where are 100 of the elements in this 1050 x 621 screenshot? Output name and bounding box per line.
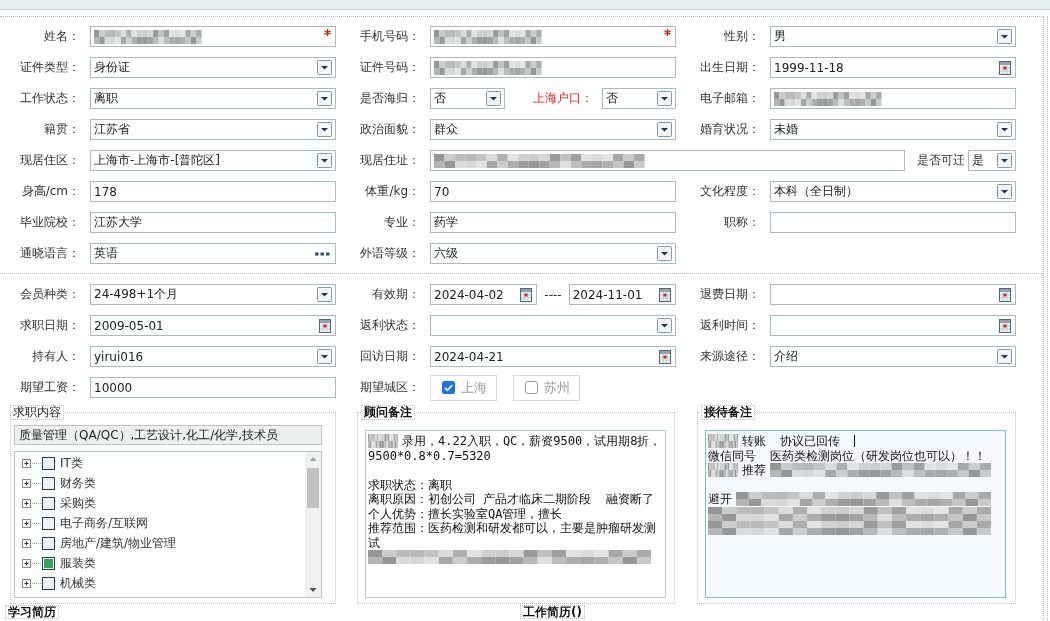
dropdown[interactable]: 六级 xyxy=(430,243,676,264)
tree-item-label[interactable]: 房地产/建筑/物业管理 xyxy=(60,534,177,552)
field-label: 文化程度： xyxy=(699,183,760,200)
expand-icon[interactable] xyxy=(22,558,41,568)
notes-textarea[interactable]: 录用，4.22入职，QC，薪资9500，试用期8折， 9500*0.8*0.7=5320 求职状态：离职 离职原因：初创公司 产品才临床二期阶段 融资断了 个人优势：擅长实验室QA管理，擅长 推荐范围：医药检测和研发都可以，主要是肿瘤研发测 试 xyxy=(365,430,666,598)
caret-icon[interactable] xyxy=(317,122,332,137)
tree-item-label[interactable]: IT类 xyxy=(60,454,83,472)
note-text: 微信同号 医药类检测岗位（研发岗位也可以）！！ xyxy=(708,448,987,463)
checkbox[interactable] xyxy=(42,516,55,530)
caret-icon[interactable] xyxy=(997,122,1012,137)
caret-icon[interactable] xyxy=(997,29,1012,44)
tree-item-label[interactable]: 采购类 xyxy=(60,494,96,512)
field-label: 手机号码： xyxy=(359,28,420,45)
field-label: 期望工资： xyxy=(19,379,80,396)
calendar-icon[interactable] xyxy=(999,60,1011,75)
calendar-icon[interactable] xyxy=(319,318,331,333)
caret-icon[interactable] xyxy=(317,287,332,302)
note-text: 个人优势：擅长实验室QA管理，擅长 xyxy=(368,506,563,521)
caret-icon[interactable] xyxy=(997,153,1012,168)
checkbox[interactable] xyxy=(42,456,55,470)
field-label: 籍贯： xyxy=(43,121,80,138)
caret-icon[interactable] xyxy=(657,246,672,261)
checkbox[interactable] xyxy=(42,496,55,510)
caret-icon[interactable] xyxy=(485,91,501,106)
checkbox[interactable] xyxy=(42,476,55,490)
text-field[interactable] xyxy=(430,26,676,47)
expand-icon[interactable] xyxy=(22,478,41,488)
notes-textarea[interactable]: 转账 协议已回传 微信同号 医药类检测岗位（研发岗位也可以）！！ 推荐 避开 xyxy=(705,430,1006,598)
caret-icon[interactable] xyxy=(317,91,332,106)
text-field[interactable] xyxy=(770,212,1016,233)
dropdown[interactable]: yirui016 xyxy=(90,346,336,367)
field-label: 通晓语言： xyxy=(19,245,80,262)
caret-icon[interactable] xyxy=(657,318,672,333)
checkbox[interactable] xyxy=(42,536,55,550)
expand-icon[interactable] xyxy=(22,458,41,468)
ellipsis-icon[interactable] xyxy=(315,251,330,256)
scrollbar-track[interactable] xyxy=(305,452,321,597)
checkbox[interactable] xyxy=(442,381,455,394)
dropdown[interactable]: 上海市-上海市-[普陀区] xyxy=(90,150,336,171)
note-text: 推荐范围：医药检测和研发都可以，主要是肿瘤研发测 xyxy=(368,521,656,536)
caret-icon[interactable] xyxy=(317,349,332,364)
calendar-icon[interactable] xyxy=(999,318,1011,333)
tree-item-label[interactable]: 服装类 xyxy=(60,554,96,572)
text-field[interactable] xyxy=(430,150,905,171)
tree-item-label[interactable]: 电子商务/互联网 xyxy=(60,514,149,532)
text-field[interactable]: 10000 xyxy=(90,377,336,398)
text-field[interactable] xyxy=(770,88,1016,109)
checkbox[interactable] xyxy=(42,556,55,570)
date-field[interactable]: 2024-11-01 xyxy=(568,284,676,305)
field-label: 是否海归： xyxy=(359,90,420,107)
date-field[interactable]: 2024-04-21 xyxy=(430,346,676,367)
dropdown[interactable]: 离职 xyxy=(90,88,336,109)
expand-icon[interactable] xyxy=(22,518,41,528)
dropdown[interactable]: 群众 xyxy=(430,119,676,140)
text-field[interactable]: 江苏大学 xyxy=(90,212,336,233)
scrollbar-thumb[interactable] xyxy=(307,468,319,508)
field-label: 职称： xyxy=(723,214,760,231)
calendar-icon[interactable] xyxy=(999,287,1011,302)
selection-summary-field[interactable]: 质量管理（QA/QC）,工艺设计,化工/化学,技术员 xyxy=(14,425,322,445)
dropdown[interactable]: 本科（全日制） xyxy=(770,181,1016,202)
lookup-field[interactable]: 英语 xyxy=(90,243,336,264)
date-field[interactable]: 1999-11-18 xyxy=(770,57,1016,78)
text-field[interactable]: 药学 xyxy=(430,212,676,233)
field-label: 上海户口： xyxy=(531,90,594,107)
dropdown[interactable]: 身份证 xyxy=(90,57,336,78)
dropdown[interactable]: 否 xyxy=(601,88,676,109)
text-field[interactable]: 70 xyxy=(430,181,676,202)
dropdown[interactable]: 未婚 xyxy=(770,119,1016,140)
date-field[interactable] xyxy=(770,315,1016,336)
date-field[interactable] xyxy=(770,284,1016,305)
expand-icon[interactable] xyxy=(22,538,41,548)
dropdown[interactable]: 介绍 xyxy=(770,346,1016,367)
caret-icon[interactable] xyxy=(997,349,1012,364)
caret-icon[interactable] xyxy=(317,153,332,168)
text-field[interactable] xyxy=(430,57,676,78)
expand-icon[interactable] xyxy=(22,498,41,508)
calendar-icon[interactable] xyxy=(659,349,671,364)
expand-icon[interactable] xyxy=(22,578,41,588)
checkbox[interactable] xyxy=(42,576,55,590)
caret-icon[interactable] xyxy=(317,60,332,75)
dropdown[interactable]: 否 xyxy=(430,88,505,109)
tree-item-label[interactable]: 财务类 xyxy=(60,474,96,492)
caret-icon[interactable] xyxy=(657,91,672,106)
dropdown[interactable]: 男 xyxy=(770,26,1016,47)
text-field[interactable] xyxy=(90,26,336,47)
caret-icon[interactable] xyxy=(997,184,1012,199)
range-separator: ---- xyxy=(543,287,563,302)
date-field[interactable]: 2009-05-01 xyxy=(90,315,336,336)
checkbox[interactable] xyxy=(525,381,538,394)
dropdown[interactable]: 是 xyxy=(968,150,1016,171)
calendar-icon[interactable] xyxy=(659,287,671,302)
caret-icon[interactable] xyxy=(657,122,672,137)
date-field[interactable]: 2024-04-02 xyxy=(430,284,538,305)
dropdown[interactable]: 24-498+1个月 xyxy=(90,284,336,305)
dropdown[interactable]: 江苏省 xyxy=(90,119,336,140)
text-field[interactable]: 178 xyxy=(90,181,336,202)
calendar-icon[interactable] xyxy=(520,287,533,302)
note-text: 避开 xyxy=(708,492,732,507)
note-text: 9500*0.8*0.7=5320 xyxy=(368,448,491,463)
tree-item-label[interactable]: 机械类 xyxy=(60,574,96,592)
